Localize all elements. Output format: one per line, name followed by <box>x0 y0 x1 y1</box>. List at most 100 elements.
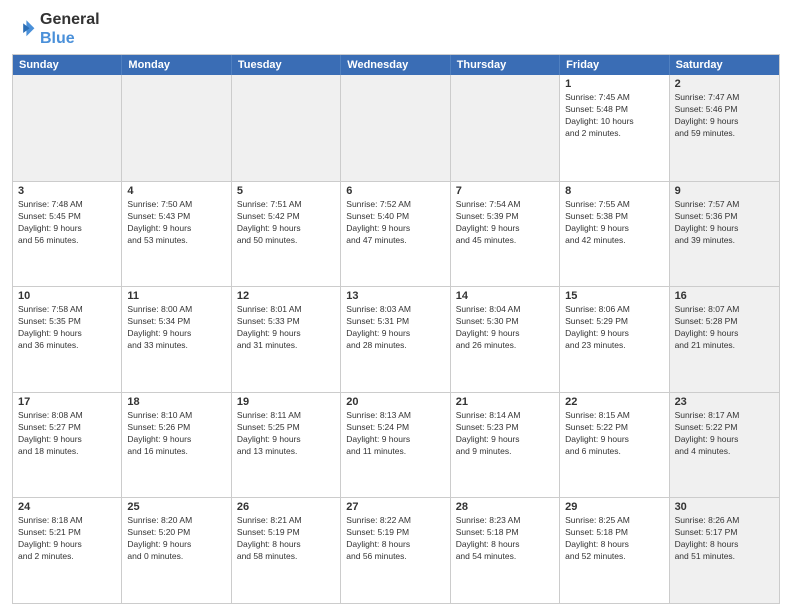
day-header-thursday: Thursday <box>451 55 560 75</box>
calendar-week-2: 3 Sunrise: 7:48 AM Sunset: 5:45 PM Daylig… <box>13 181 779 287</box>
day-info: Sunrise: 8:04 AM Sunset: 5:30 PM Dayligh… <box>456 304 554 352</box>
calendar-cell: 9 Sunrise: 7:57 AM Sunset: 5:36 PM Daylig… <box>670 182 779 287</box>
day-info: Sunrise: 8:17 AM Sunset: 5:22 PM Dayligh… <box>675 410 774 458</box>
calendar-cell: 8Sunrise: 7:55 AM Sunset: 5:38 PM Daylig… <box>560 182 669 287</box>
day-number: 8 <box>565 185 663 197</box>
day-info: Sunrise: 7:45 AM Sunset: 5:48 PM Dayligh… <box>565 92 663 140</box>
day-info: Sunrise: 8:07 AM Sunset: 5:28 PM Dayligh… <box>675 304 774 352</box>
calendar-cell: 15 Sunrise: 8:06 AM Sunset: 5:29 PM Dayli… <box>560 287 669 392</box>
calendar-body: 1 Sunrise: 7:45 AM Sunset: 5:48 PM Daylig… <box>13 75 779 603</box>
calendar-cell: 13Sunrise: 8:03 AM Sunset: 5:31 PM Dayli… <box>341 287 450 392</box>
calendar-cell: 27 Sunrise: 8:22 AM Sunset: 5:19 PM Dayli… <box>341 498 450 603</box>
calendar-cell: 11 Sunrise: 8:00 AM Sunset: 5:34 PM Dayli… <box>122 287 231 392</box>
day-number: 22 <box>565 396 663 408</box>
logo-text: General Blue <box>40 10 100 48</box>
day-number: 6 <box>346 185 444 197</box>
day-number: 14 <box>456 290 554 302</box>
calendar-cell <box>232 75 341 181</box>
day-info: Sunrise: 8:10 AM Sunset: 5:26 PM Dayligh… <box>127 410 225 458</box>
day-number: 15 <box>565 290 663 302</box>
calendar-cell: 19 Sunrise: 8:11 AM Sunset: 5:25 PM Dayli… <box>232 393 341 498</box>
day-number: 27 <box>346 501 444 513</box>
day-info: Sunrise: 8:21 AM Sunset: 5:19 PM Dayligh… <box>237 515 335 563</box>
day-number: 21 <box>456 396 554 408</box>
day-info: Sunrise: 8:18 AM Sunset: 5:21 PM Dayligh… <box>18 515 116 563</box>
day-number: 3 <box>18 185 116 197</box>
day-info: Sunrise: 8:25 AM Sunset: 5:18 PM Dayligh… <box>565 515 663 563</box>
day-number: 23 <box>675 396 774 408</box>
day-header-friday: Friday <box>560 55 669 75</box>
day-number: 19 <box>237 396 335 408</box>
day-info: Sunrise: 7:57 AM Sunset: 5:36 PM Dayligh… <box>675 199 774 247</box>
day-info: Sunrise: 7:52 AM Sunset: 5:40 PM Dayligh… <box>346 199 444 247</box>
calendar-cell: 6 Sunrise: 7:52 AM Sunset: 5:40 PM Daylig… <box>341 182 450 287</box>
day-info: Sunrise: 7:48 AM Sunset: 5:45 PM Dayligh… <box>18 199 116 247</box>
calendar-cell <box>13 75 122 181</box>
day-header-monday: Monday <box>122 55 231 75</box>
day-number: 10 <box>18 290 116 302</box>
calendar-week-1: 1 Sunrise: 7:45 AM Sunset: 5:48 PM Daylig… <box>13 75 779 181</box>
day-number: 5 <box>237 185 335 197</box>
day-info: Sunrise: 8:14 AM Sunset: 5:23 PM Dayligh… <box>456 410 554 458</box>
calendar-cell: 4 Sunrise: 7:50 AM Sunset: 5:43 PM Daylig… <box>122 182 231 287</box>
day-number: 16 <box>675 290 774 302</box>
day-info: Sunrise: 8:01 AM Sunset: 5:33 PM Dayligh… <box>237 304 335 352</box>
day-number: 9 <box>675 185 774 197</box>
calendar-week-4: 17 Sunrise: 8:08 AM Sunset: 5:27 PM Dayli… <box>13 392 779 498</box>
logo: General Blue <box>12 10 100 48</box>
day-info: Sunrise: 8:22 AM Sunset: 5:19 PM Dayligh… <box>346 515 444 563</box>
calendar-cell: 22 Sunrise: 8:15 AM Sunset: 5:22 PM Dayli… <box>560 393 669 498</box>
day-number: 26 <box>237 501 335 513</box>
calendar-cell: 18 Sunrise: 8:10 AM Sunset: 5:26 PM Dayli… <box>122 393 231 498</box>
day-number: 20 <box>346 396 444 408</box>
day-header-sunday: Sunday <box>13 55 122 75</box>
day-info: Sunrise: 7:47 AM Sunset: 5:46 PM Dayligh… <box>675 92 774 140</box>
calendar-cell: 26 Sunrise: 8:21 AM Sunset: 5:19 PM Dayli… <box>232 498 341 603</box>
day-info: Sunrise: 8:00 AM Sunset: 5:34 PM Dayligh… <box>127 304 225 352</box>
day-info: Sunrise: 7:50 AM Sunset: 5:43 PM Dayligh… <box>127 199 225 247</box>
day-number: 17 <box>18 396 116 408</box>
page-header: General Blue <box>12 10 780 48</box>
day-header-tuesday: Tuesday <box>232 55 341 75</box>
calendar-cell: 28 Sunrise: 8:23 AM Sunset: 5:18 PM Dayli… <box>451 498 560 603</box>
calendar-cell <box>451 75 560 181</box>
day-number: 11 <box>127 290 225 302</box>
day-number: 2 <box>675 78 774 90</box>
day-number: 25 <box>127 501 225 513</box>
calendar-week-5: 24Sunrise: 8:18 AM Sunset: 5:21 PM Dayli… <box>13 497 779 603</box>
logo-icon <box>12 17 36 41</box>
calendar-cell: 2 Sunrise: 7:47 AM Sunset: 5:46 PM Daylig… <box>670 75 779 181</box>
day-number: 30 <box>675 501 774 513</box>
calendar-cell: 30 Sunrise: 8:26 AM Sunset: 5:17 PM Dayli… <box>670 498 779 603</box>
calendar-cell: 7Sunrise: 7:54 AM Sunset: 5:39 PM Daylig… <box>451 182 560 287</box>
day-info: Sunrise: 8:26 AM Sunset: 5:17 PM Dayligh… <box>675 515 774 563</box>
day-info: Sunrise: 8:13 AM Sunset: 5:24 PM Dayligh… <box>346 410 444 458</box>
day-header-wednesday: Wednesday <box>341 55 450 75</box>
day-number: 12 <box>237 290 335 302</box>
calendar-cell: 12 Sunrise: 8:01 AM Sunset: 5:33 PM Dayli… <box>232 287 341 392</box>
day-number: 29 <box>565 501 663 513</box>
day-info: Sunrise: 8:23 AM Sunset: 5:18 PM Dayligh… <box>456 515 554 563</box>
calendar-cell: 20 Sunrise: 8:13 AM Sunset: 5:24 PM Dayli… <box>341 393 450 498</box>
day-info: Sunrise: 7:58 AM Sunset: 5:35 PM Dayligh… <box>18 304 116 352</box>
day-number: 4 <box>127 185 225 197</box>
calendar-cell: 17 Sunrise: 8:08 AM Sunset: 5:27 PM Dayli… <box>13 393 122 498</box>
day-number: 18 <box>127 396 225 408</box>
day-info: Sunrise: 8:08 AM Sunset: 5:27 PM Dayligh… <box>18 410 116 458</box>
day-info: Sunrise: 8:06 AM Sunset: 5:29 PM Dayligh… <box>565 304 663 352</box>
day-info: Sunrise: 8:11 AM Sunset: 5:25 PM Dayligh… <box>237 410 335 458</box>
calendar-cell: 10 Sunrise: 7:58 AM Sunset: 5:35 PM Dayli… <box>13 287 122 392</box>
calendar-week-3: 10 Sunrise: 7:58 AM Sunset: 5:35 PM Dayli… <box>13 286 779 392</box>
day-info: Sunrise: 7:51 AM Sunset: 5:42 PM Dayligh… <box>237 199 335 247</box>
day-number: 1 <box>565 78 663 90</box>
day-number: 28 <box>456 501 554 513</box>
day-header-saturday: Saturday <box>670 55 779 75</box>
calendar-cell: 14 Sunrise: 8:04 AM Sunset: 5:30 PM Dayli… <box>451 287 560 392</box>
day-info: Sunrise: 8:15 AM Sunset: 5:22 PM Dayligh… <box>565 410 663 458</box>
day-number: 13 <box>346 290 444 302</box>
calendar-header: SundayMondayTuesdayWednesdayThursdayFrid… <box>13 55 779 75</box>
calendar-cell: 16 Sunrise: 8:07 AM Sunset: 5:28 PM Dayli… <box>670 287 779 392</box>
calendar-cell: 24Sunrise: 8:18 AM Sunset: 5:21 PM Dayli… <box>13 498 122 603</box>
calendar: SundayMondayTuesdayWednesdayThursdayFrid… <box>12 54 780 604</box>
day-info: Sunrise: 7:54 AM Sunset: 5:39 PM Dayligh… <box>456 199 554 247</box>
